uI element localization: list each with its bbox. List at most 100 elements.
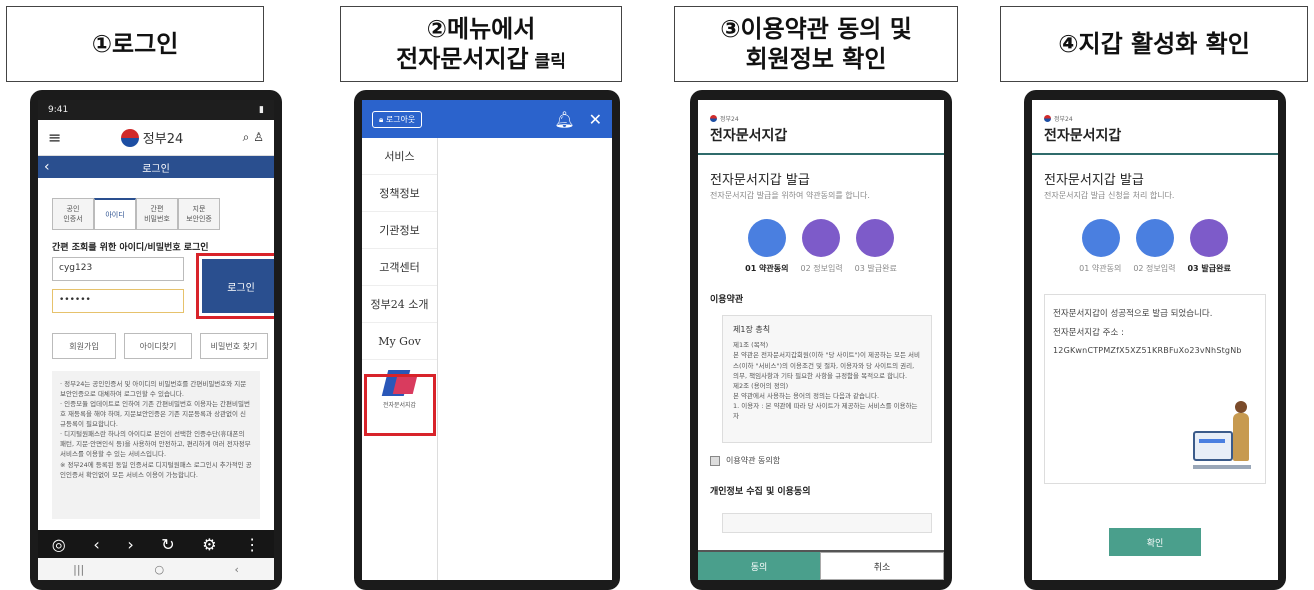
settings-icon[interactable]: ⚙ <box>202 535 216 554</box>
agree-step-icon <box>1082 219 1120 257</box>
notice-line: · 디지털원패스란 하나의 아이디로 본인이 선택한 인증수단(휴대폰의 패턴,… <box>60 430 251 459</box>
step-label: 01 약관동의 <box>745 264 789 273</box>
find-password-button[interactable]: 비밀번호 찾기 <box>200 333 268 359</box>
divider <box>698 153 944 155</box>
progress-steps <box>698 219 944 257</box>
phone-complete: 정부24 전자문서지갑 전자문서지갑 발급 전자문서지갑 발급 신청을 처리 합… <box>1024 90 1286 590</box>
tab-fingerprint[interactable]: 지문 보안인증 <box>178 198 220 230</box>
info-step-icon <box>1136 219 1174 257</box>
step-3-title-line2: 회원정보 확인 <box>745 45 887 73</box>
complete-step-icon <box>856 219 894 257</box>
step-3-header: ③이용약관 동의 및 회원정보 확인 <box>674 6 958 82</box>
phone-terms: 정부24 전자문서지갑 전자문서지갑 발급 전자문서지갑 발급을 위하여 약관동… <box>690 90 952 590</box>
tab-simple-password[interactable]: 간편 비밀번호 <box>136 198 178 230</box>
step-label: 01 약관동의 <box>1079 264 1122 273</box>
tab-id[interactable]: 아이디 <box>94 198 136 230</box>
step-label: 02 정보입력 <box>800 264 843 273</box>
progress-steps <box>1032 219 1278 257</box>
prev-icon[interactable]: ‹ <box>93 535 99 554</box>
gov24-logo[interactable]: 정부24 <box>120 128 183 147</box>
privacy-box[interactable] <box>722 513 932 533</box>
more-icon[interactable]: ⋮ <box>244 535 260 554</box>
taeguk-icon <box>120 128 139 147</box>
search-icon[interactable]: ⌕ <box>243 130 250 144</box>
terms-actions: 동의 취소 <box>698 550 944 580</box>
menu-item-policy[interactable]: 정책정보 <box>362 175 437 212</box>
taeguk-icon <box>710 115 717 122</box>
refresh-icon[interactable]: ↻ <box>161 535 174 554</box>
issue-subtitle: 전자문서지갑 발급 신청을 처리 합니다. <box>1044 191 1175 200</box>
menu-icon[interactable]: ≡ <box>48 128 61 147</box>
notice-line: ※ 정부24에 등록된 동일 인증서로 디지털원패스 로그인시 추가적인 공인인… <box>60 460 252 479</box>
menu-header: 🔒︎ 로그아웃 🔔︎ ✕ <box>362 100 612 138</box>
agree-button[interactable]: 동의 <box>698 552 820 580</box>
confirm-button[interactable]: 확인 <box>1109 528 1201 556</box>
home-icon[interactable]: ◎ <box>52 535 66 554</box>
menu-screen: 🔒︎ 로그아웃 🔔︎ ✕ 서비스 정책정보 기관정보 고객센터 정부24 소개 M… <box>362 100 612 580</box>
tab-certificate[interactable]: 공인 인증서 <box>52 198 94 230</box>
step-label: 03 발급완료 <box>1187 264 1231 273</box>
progress-labels: 01 약관동의 02 정보입력 03 발급완료 <box>1032 263 1278 274</box>
terms-section-title: 이용약관 <box>710 295 744 305</box>
agree-label: 이용약관 동의함 <box>726 456 781 465</box>
home-button-icon[interactable]: ○ <box>155 563 165 576</box>
status-time: 9:41 <box>48 105 69 115</box>
divider <box>1032 153 1278 155</box>
menu-item-support[interactable]: 고객센터 <box>362 249 437 286</box>
lock-icon: 🔒︎ <box>379 114 384 124</box>
notice-line: · 인증모듈 업데이트로 인하여 기존 간편비밀번호 이용자는 간편비밀번호 재… <box>60 400 250 429</box>
menu-item-services[interactable]: 서비스 <box>362 138 437 175</box>
bell-icon[interactable]: 🔔︎ <box>554 110 574 129</box>
menu-item-about[interactable]: 정부24 소개 <box>362 286 437 323</box>
terms-line: 1. 이용자 : 본 약관에 따라 당 사이트가 제공하는 서비스를 이용하는 … <box>733 401 918 420</box>
issue-subtitle: 전자문서지갑 발급을 위하여 약관동의를 합니다. <box>710 191 870 200</box>
agree-terms-row[interactable]: 이용약관 동의함 <box>710 455 944 466</box>
step-2-title-line1: ②메뉴에서 <box>426 15 536 43</box>
system-nav-bar: ||| ○ ‹ <box>38 558 274 580</box>
progress-labels: 01 약관동의 02 정보입력 03 발급완료 <box>698 263 944 274</box>
page-title-bar: ‹ 로그인 <box>38 156 274 178</box>
issue-title: 전자문서지갑 발급 <box>710 173 810 188</box>
terms-heading: 제1장 총칙 <box>733 325 771 334</box>
highlight-login-button <box>196 253 274 319</box>
next-icon[interactable]: › <box>127 535 133 554</box>
back-icon[interactable]: ‹ <box>44 159 50 175</box>
id-input[interactable]: cyg123 <box>52 257 184 281</box>
complete-screen: 정부24 전자문서지갑 전자문서지갑 발급 전자문서지갑 발급 신청을 처리 합… <box>1032 100 1278 580</box>
step-label: 02 정보입력 <box>1133 264 1176 273</box>
step-3-title-line1: ③이용약관 동의 및 <box>720 15 912 43</box>
terms-line: 제1조 (목적) <box>733 341 769 350</box>
cancel-button[interactable]: 취소 <box>820 552 944 580</box>
login-caption: 간편 조회를 위한 아이디/비밀번호 로그인 <box>52 243 209 253</box>
recents-icon[interactable]: ||| <box>73 563 84 576</box>
step-2-title-suffix: 클릭 <box>528 52 566 72</box>
wallet-logo-title: 전자문서지갑 <box>1044 128 1122 144</box>
privacy-section-title: 개인정보 수집 및 이용동의 <box>710 487 811 497</box>
user-icon[interactable]: ♙ <box>253 130 264 144</box>
person-at-computer-illustration <box>1193 401 1253 469</box>
info-step-icon <box>802 219 840 257</box>
complete-step-icon <box>1190 219 1228 257</box>
password-input[interactable]: •••••• <box>52 289 184 313</box>
browser-nav-bar: ◎ ‹ › ↻ ⚙ ⋮ <box>38 530 274 558</box>
wallet-logo: 정부24 전자문서지갑 <box>1032 100 1278 145</box>
login-screen: 9:41 ▮ ≡ 정부24 ⌕ ♙ ‹ 로그인 공인 인증서 아이디 간편 비밀번호… <box>38 100 274 580</box>
login-form: cyg123 •••••• 로그인 <box>52 253 274 321</box>
close-icon[interactable]: ✕ <box>589 110 602 129</box>
menu-item-agency[interactable]: 기관정보 <box>362 212 437 249</box>
signup-button[interactable]: 회원가입 <box>52 333 116 359</box>
system-back-icon[interactable]: ‹ <box>234 563 238 576</box>
result-box: 전자문서지갑이 성공적으로 발급 되었습니다. 전자문서지갑 주소 : 12GK… <box>1044 294 1266 484</box>
find-id-button[interactable]: 아이디찾기 <box>124 333 192 359</box>
logout-button[interactable]: 🔒︎ 로그아웃 <box>372 110 423 128</box>
wallet-logo-title: 전자문서지갑 <box>710 128 788 144</box>
agree-checkbox[interactable] <box>710 455 720 466</box>
battery-icon: ▮ <box>259 105 264 115</box>
notice-line: · 정부24는 공인인증서 및 아이디의 비밀번호를 간편비밀번호와 지문보안인… <box>60 380 247 399</box>
account-links: 회원가입 아이디찾기 비밀번호 찾기 <box>52 333 274 359</box>
step-2-title-line2: 전자문서지갑 <box>396 45 529 73</box>
menu-item-mygov[interactable]: My Gov <box>362 323 437 360</box>
terms-screen: 정부24 전자문서지갑 전자문서지갑 발급 전자문서지갑 발급을 위하여 약관동… <box>698 100 944 580</box>
phone-menu: 🔒︎ 로그아웃 🔔︎ ✕ 서비스 정책정보 기관정보 고객센터 정부24 소개 M… <box>354 90 620 590</box>
terms-box[interactable]: 제1장 총칙 제1조 (목적) 본 약관은 전자문서지갑회원(이하 "당 사이트… <box>722 315 932 443</box>
